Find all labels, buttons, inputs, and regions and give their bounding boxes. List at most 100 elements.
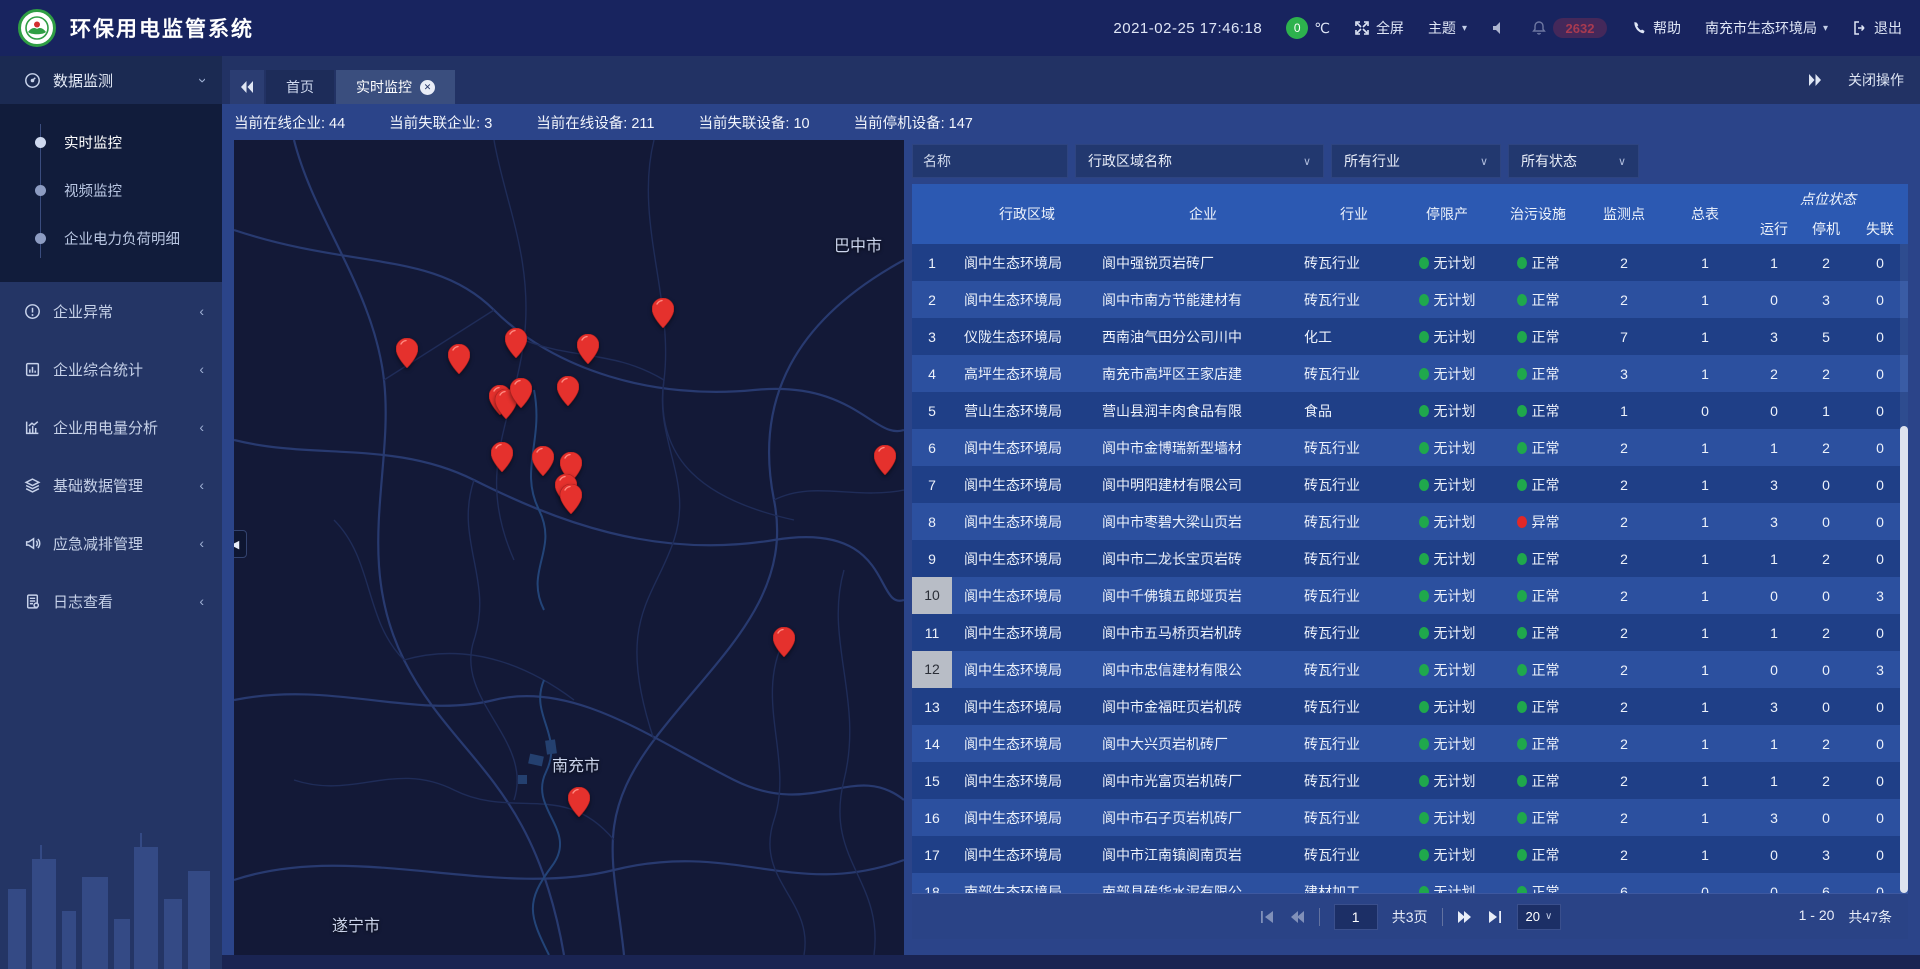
industry-select[interactable]: 所有行业 ∨ — [1331, 144, 1501, 178]
table-row-6[interactable]: 6 阆中生态环境局 阆中市金博瑞新型墙材 砖瓦行业 无计划 正常 2 1 1 2… — [912, 429, 1908, 466]
cell-limit-status: 无计划 — [1404, 253, 1490, 273]
sidebar-group-0[interactable]: 数据监测 ‹ — [0, 56, 222, 104]
help-button[interactable]: 帮助 — [1631, 18, 1681, 38]
org-dropdown[interactable]: 南充市生态环境局 ▾ — [1705, 18, 1828, 38]
map-pin[interactable] — [532, 446, 554, 476]
next-page-button[interactable] — [1457, 910, 1473, 924]
table-row-11[interactable]: 11 阆中生态环境局 阆中市五马桥页岩机砖 砖瓦行业 无计划 正常 2 1 1 … — [912, 614, 1908, 651]
scrollbar-thumb[interactable] — [1900, 426, 1908, 893]
table-row-3[interactable]: 3 仪陇生态环境局 西南油气田分公司川中 化工 无计划 正常 7 1 3 5 0 — [912, 318, 1908, 355]
table-row-13[interactable]: 13 阆中生态环境局 阆中市金福旺页岩机砖 砖瓦行业 无计划 正常 2 1 3 … — [912, 688, 1908, 725]
cell-index: 18 — [912, 884, 952, 894]
map-pin[interactable] — [448, 344, 470, 374]
name-search-input[interactable] — [912, 144, 1068, 178]
skyline-watermark — [0, 819, 222, 969]
status-dot-icon — [1419, 886, 1429, 894]
cell-stop: 0 — [1800, 514, 1852, 530]
table-row-10[interactable]: 10 阆中生态环境局 阆中千佛镇五郎垭页岩 砖瓦行业 无计划 正常 2 1 0 … — [912, 577, 1908, 614]
cell-index: 8 — [912, 514, 952, 530]
cell-run: 3 — [1748, 329, 1800, 345]
sidebar-item-企业异常[interactable]: 企业异常 ‹ — [0, 282, 222, 340]
sidebar-item-应急减排管理[interactable]: 应急减排管理 ‹ — [0, 514, 222, 572]
table-row-9[interactable]: 9 阆中生态环境局 阆中市二龙长宝页岩砖 砖瓦行业 无计划 正常 2 1 1 2… — [912, 540, 1908, 577]
cell-meters: 1 — [1662, 810, 1748, 826]
tab-close-icon[interactable]: ✕ — [420, 80, 435, 95]
page-size-select[interactable]: 20 ∨ — [1517, 904, 1562, 930]
sidebar-item-label: 基础数据管理 — [53, 475, 143, 496]
fullscreen-button[interactable]: 全屏 — [1354, 18, 1404, 38]
table-row-7[interactable]: 7 阆中生态环境局 阆中明阳建材有限公司 砖瓦行业 无计划 正常 2 1 3 0… — [912, 466, 1908, 503]
sidebar-item-日志查看[interactable]: 日志查看 ‹ — [0, 572, 222, 630]
sidebar-item-企业电力负荷明细[interactable]: 企业电力负荷明细 — [0, 214, 222, 262]
column-header: 行政区域 — [999, 204, 1055, 224]
cell-company: 阆中市枣碧大梁山页岩 — [1102, 512, 1304, 532]
cell-stop: 2 — [1800, 440, 1852, 456]
tab-home[interactable]: 首页 — [266, 70, 334, 104]
table-row-16[interactable]: 16 阆中生态环境局 阆中市石子页岩机砖厂 砖瓦行业 无计划 正常 2 1 3 … — [912, 799, 1908, 836]
map-pin[interactable] — [652, 298, 674, 328]
map-panel[interactable]: 巴中市南充市遂宁市 — [234, 140, 904, 955]
cell-run: 1 — [1748, 773, 1800, 789]
cell-industry: 砖瓦行业 — [1304, 771, 1404, 791]
map-pin[interactable] — [773, 627, 795, 657]
theme-dropdown[interactable]: 主题 ▾ — [1428, 18, 1467, 38]
prev-page-button[interactable] — [1289, 910, 1305, 924]
cell-stop: 3 — [1800, 847, 1852, 863]
notifications[interactable]: 2632 — [1531, 18, 1607, 38]
table-row-4[interactable]: 4 高坪生态环境局 南充市高坪区王家店建 砖瓦行业 无计划 正常 3 1 2 2… — [912, 355, 1908, 392]
map-pin[interactable] — [874, 445, 896, 475]
map-collapse-button[interactable]: ◀ — [234, 530, 247, 558]
exit-button[interactable]: 退出 — [1852, 18, 1902, 38]
map-pin[interactable] — [510, 378, 532, 408]
map-pin[interactable] — [568, 787, 590, 817]
last-page-button[interactable] — [1487, 910, 1503, 924]
map-pin[interactable] — [505, 328, 527, 358]
status-select[interactable]: 所有状态 ∨ — [1508, 144, 1639, 178]
map-pin[interactable] — [577, 334, 599, 364]
close-operations-button[interactable]: 关闭操作 — [1848, 70, 1904, 90]
table-row-12[interactable]: 12 阆中生态环境局 阆中市忠信建材有限公 砖瓦行业 无计划 正常 2 1 0 … — [912, 651, 1908, 688]
map-pin[interactable] — [396, 338, 418, 368]
stat-value: 147 — [949, 116, 973, 132]
first-page-button[interactable] — [1259, 910, 1275, 924]
cell-company: 阆中市忠信建材有限公 — [1102, 660, 1304, 680]
cell-region: 阆中生态环境局 — [952, 438, 1102, 458]
cell-stop: 2 — [1800, 773, 1852, 789]
region-select[interactable]: 行政区域名称 ∨ — [1075, 144, 1324, 178]
table-row-14[interactable]: 14 阆中生态环境局 阆中大兴页岩机砖厂 砖瓦行业 无计划 正常 2 1 1 2… — [912, 725, 1908, 762]
tabs-scroll-left-button[interactable] — [230, 70, 264, 104]
table-row-17[interactable]: 17 阆中生态环境局 阆中市江南镇阆南页岩 砖瓦行业 无计划 正常 2 1 0 … — [912, 836, 1908, 873]
mute-button[interactable] — [1491, 20, 1507, 36]
sidebar-item-基础数据管理[interactable]: 基础数据管理 ‹ — [0, 456, 222, 514]
page-number-input[interactable] — [1334, 904, 1378, 930]
cell-facility-status: 异常 — [1490, 512, 1586, 532]
map-pin[interactable] — [491, 442, 513, 472]
cell-company: 阆中市光富页岩机砖厂 — [1102, 771, 1304, 791]
cell-points: 7 — [1586, 329, 1662, 345]
tab-realtime-monitor[interactable]: 实时监控 ✕ — [336, 70, 455, 104]
table-row-15[interactable]: 15 阆中生态环境局 阆中市光富页岩机砖厂 砖瓦行业 无计划 正常 2 1 1 … — [912, 762, 1908, 799]
sidebar-item-企业用电量分析[interactable]: 企业用电量分析 ‹ — [0, 398, 222, 456]
double-chevron-right-icon[interactable] — [1808, 74, 1822, 86]
gauge-icon — [24, 72, 41, 89]
table-row-8[interactable]: 8 阆中生态环境局 阆中市枣碧大梁山页岩 砖瓦行业 无计划 异常 2 1 3 0… — [912, 503, 1908, 540]
sidebar-item-视频监控[interactable]: 视频监控 — [0, 166, 222, 214]
table-row-5[interactable]: 5 营山生态环境局 营山县润丰肉食品有限 食品 无计划 正常 1 0 0 1 0 — [912, 392, 1908, 429]
sidebar-item-实时监控[interactable]: 实时监控 — [0, 118, 222, 166]
cell-facility-status: 正常 — [1490, 660, 1586, 680]
map-pin[interactable] — [560, 484, 582, 514]
table-row-18[interactable]: 18 南部生态环境局 南部县砖华水泥有限公 建材加工 无计划 正常 6 0 0 … — [912, 873, 1908, 893]
cell-facility-status: 正常 — [1490, 882, 1586, 894]
table-row-2[interactable]: 2 阆中生态环境局 阆中市南方节能建材有 砖瓦行业 无计划 正常 2 1 0 3… — [912, 281, 1908, 318]
map-pin[interactable] — [557, 376, 579, 406]
sidebar-item-企业综合统计[interactable]: 企业综合统计 ‹ — [0, 340, 222, 398]
cell-run: 3 — [1748, 477, 1800, 493]
table-row-1[interactable]: 1 阆中生态环境局 阆中强锐页岩砖厂 砖瓦行业 无计划 正常 2 1 1 2 0 — [912, 244, 1908, 281]
cell-facility-status: 正常 — [1490, 438, 1586, 458]
status-dot-icon — [1419, 294, 1429, 306]
cell-run: 0 — [1748, 884, 1800, 894]
column-group-header: 点位状态 — [1800, 189, 1856, 209]
cell-region: 南部生态环境局 — [952, 882, 1102, 894]
cell-limit-status: 无计划 — [1404, 771, 1490, 791]
status-dot-icon — [1517, 331, 1527, 343]
